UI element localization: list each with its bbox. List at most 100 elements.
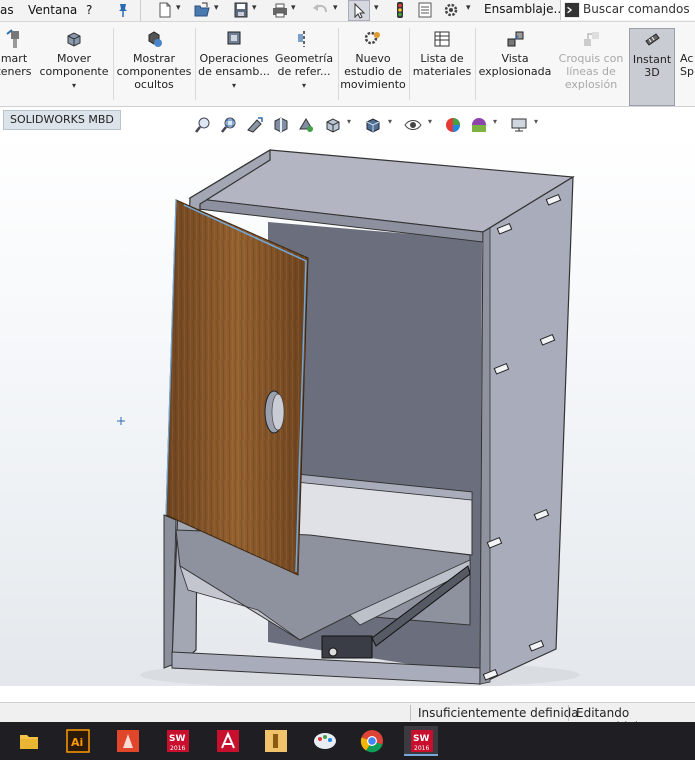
move-component-label-2: componente — [39, 65, 109, 78]
menu-herramientas[interactable]: as — [0, 3, 14, 17]
menu-divider — [140, 0, 141, 21]
taskbar-paint-app[interactable] — [308, 726, 342, 756]
ribbon-separator — [409, 28, 410, 100]
cursor-icon — [354, 2, 366, 19]
hide-show-items-icon[interactable] — [403, 115, 423, 135]
zoom-to-area-icon[interactable] — [219, 115, 239, 135]
pin-icon[interactable] — [114, 1, 132, 19]
search-commands-box — [560, 0, 695, 20]
traffic-light-icon[interactable] — [391, 1, 409, 19]
taskbar-autocad[interactable] — [210, 726, 244, 756]
apply-scene-dropdown-icon[interactable]: ▾ — [493, 117, 497, 126]
motion-study-label-3: movimiento — [340, 78, 406, 91]
print-icon[interactable] — [271, 1, 289, 19]
explode-line-sketch-icon — [584, 32, 599, 46]
search-commands-input[interactable] — [583, 1, 693, 17]
undo-icon[interactable] — [311, 1, 329, 19]
assembly-features-dropdown-icon[interactable]: ▾ — [198, 79, 270, 92]
taskbar-red-app[interactable] — [110, 726, 144, 756]
graphics-area[interactable] — [0, 133, 695, 686]
gear-icon[interactable] — [442, 1, 460, 19]
definition-status: Insuficientemente definida — [418, 706, 579, 720]
reference-geometry-button[interactable]: Geometría de refer... ▾ — [272, 28, 336, 92]
smart-fasteners-button[interactable]: mart teners — [0, 28, 36, 78]
save-dropdown-icon[interactable]: ▾ — [252, 3, 257, 13]
taskbar-solidworks-2016-a[interactable]: SW 2016 — [160, 726, 194, 756]
view-settings-dropdown-icon[interactable]: ▾ — [534, 117, 538, 126]
show-hidden-label-3: ocultos — [134, 78, 174, 91]
svg-text:2016: 2016 — [170, 745, 185, 752]
explode-sketch-label-2: líneas de — [566, 65, 616, 78]
bill-of-materials-button[interactable]: Lista de materiales — [412, 28, 472, 78]
undo-dropdown-icon[interactable]: ▾ — [333, 3, 338, 13]
taskbar-file-explorer[interactable] — [12, 726, 46, 756]
motion-study-label-1: Nuevo — [355, 52, 391, 65]
move-component-icon — [67, 32, 81, 47]
apply-scene-icon[interactable] — [469, 115, 489, 135]
menu-ventana[interactable]: Ventana — [28, 3, 77, 17]
previous-view-icon[interactable] — [245, 115, 265, 135]
menu-help[interactable]: ? — [86, 3, 92, 17]
ribbon-separator — [475, 28, 476, 100]
new-document-icon[interactable] — [156, 1, 174, 19]
reference-geometry-icon — [298, 31, 305, 47]
taskbar-solidworks-2016-active[interactable]: SW 2016 — [404, 726, 438, 756]
instant-3d-button[interactable]: Instant 3D — [629, 28, 675, 106]
display-style-dropdown-icon[interactable]: ▾ — [388, 117, 392, 126]
move-component-button[interactable]: Mover componente ▾ — [38, 28, 110, 92]
cabinet-door[interactable] — [165, 199, 309, 576]
smart-fasteners-label-1: mart — [0, 52, 28, 65]
open-dropdown-icon[interactable]: ▾ — [214, 3, 219, 13]
exploded-view-label-1: Vista — [501, 52, 529, 65]
view-orientation-icon[interactable] — [323, 115, 343, 135]
status-separator — [410, 705, 411, 721]
tab-row: SOLIDWORKS MBD ▾ ▾ ▾ ▾ ▾ — [0, 107, 695, 133]
origin-cross-icon — [117, 417, 125, 425]
taskbar-chrome[interactable] — [355, 726, 389, 756]
edit-appearance-icon[interactable] — [443, 115, 463, 135]
taskbar-inventor[interactable] — [258, 726, 292, 756]
print-dropdown-icon[interactable]: ▾ — [291, 3, 296, 13]
show-hidden-components-button[interactable]: Mostrar componentes ocultos — [116, 28, 192, 91]
tab-solidworks-mbd[interactable]: SOLIDWORKS MBD — [3, 110, 121, 130]
file-properties-icon[interactable] — [416, 1, 434, 19]
command-manager-ribbon: mart teners Mover componente ▾ Mostrar c… — [0, 22, 695, 107]
new-motion-study-button[interactable]: Nuevo estudio de movimiento — [340, 28, 406, 91]
view-settings-monitor-icon[interactable] — [509, 115, 529, 135]
svg-text:2016: 2016 — [414, 745, 429, 752]
assembly-features-icon — [227, 31, 241, 45]
select-tool-button[interactable] — [348, 0, 370, 21]
options-dropdown-icon[interactable]: ▾ — [466, 3, 471, 13]
dynamic-annotation-icon[interactable] — [296, 115, 316, 135]
bill-of-materials-icon — [434, 31, 450, 47]
save-icon[interactable] — [232, 1, 250, 19]
folder-icon — [20, 735, 38, 749]
reference-geometry-label-1: Geometría — [274, 52, 334, 65]
display-style-icon[interactable] — [363, 115, 383, 135]
explode-sketch-label-3: explosión — [564, 78, 618, 91]
zoom-to-fit-icon[interactable] — [193, 115, 213, 135]
move-component-dropdown-icon[interactable]: ▾ — [38, 79, 110, 92]
assembly-features-button[interactable]: Operaciones de ensamb... ▾ — [198, 28, 270, 92]
section-view-icon[interactable] — [271, 115, 291, 135]
explode-line-sketch-button[interactable]: Croquis con líneas de explosión — [556, 28, 626, 91]
open-folder-icon[interactable] — [193, 1, 211, 19]
view-orientation-dropdown-icon[interactable]: ▾ — [347, 117, 351, 126]
taskbar-illustrator[interactable]: Ai — [60, 726, 94, 756]
motor-shaft — [328, 647, 338, 657]
viewport-bottom-margin — [0, 686, 695, 702]
select-dropdown-icon[interactable]: ▾ — [374, 3, 379, 13]
new-dropdown-icon[interactable]: ▾ — [176, 3, 181, 13]
hide-show-dropdown-icon[interactable]: ▾ — [428, 117, 432, 126]
cut-off-label-2: Sp — [680, 65, 694, 78]
command-prompt-icon — [564, 2, 580, 18]
exploded-view-button[interactable]: Vista explosionada — [478, 28, 552, 78]
cut-off-ribbon-button[interactable]: Ac Sp — [680, 28, 695, 78]
instant-3d-icon — [645, 33, 660, 46]
cut-off-ribbon-icon — [683, 28, 695, 50]
svg-text:SW: SW — [169, 734, 185, 744]
right-side-panel — [479, 175, 574, 685]
instant-3d-label-2: 3D — [644, 66, 660, 79]
cabinet-model[interactable] — [0, 133, 695, 686]
reference-geometry-dropdown-icon[interactable]: ▾ — [272, 79, 336, 92]
